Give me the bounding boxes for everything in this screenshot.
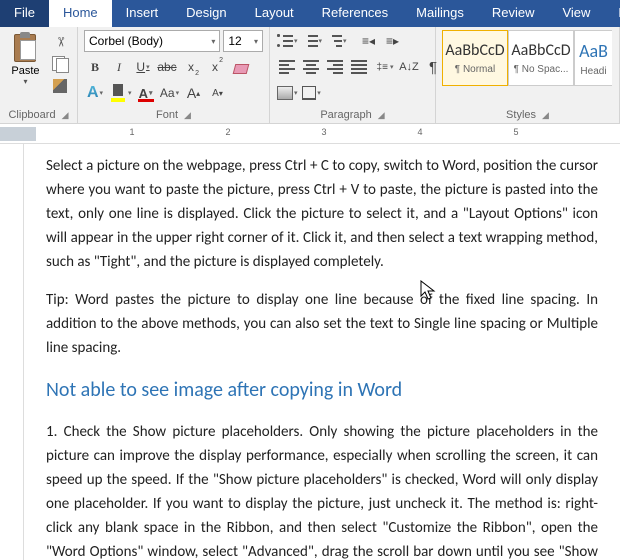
shading-button[interactable]: ▾: [276, 82, 299, 104]
align-center-icon: [303, 60, 319, 74]
align-left-button[interactable]: [276, 56, 298, 78]
tab-references[interactable]: References: [308, 0, 402, 27]
style-nospac-preview: AaBbCcD: [511, 41, 570, 60]
ruler-3: 3: [321, 127, 326, 137]
style-normal-name: ¶ Normal: [455, 64, 495, 75]
borders-button[interactable]: ▾: [301, 82, 323, 104]
justify-icon: [351, 60, 367, 74]
tab-home[interactable]: Home: [49, 0, 112, 27]
increase-indent-button[interactable]: ≡▸: [382, 30, 404, 52]
paste-label: Paste: [11, 65, 39, 77]
tab-file[interactable]: File: [0, 0, 49, 27]
clipboard-launcher[interactable]: ◢: [62, 110, 69, 121]
grow-font-button[interactable]: A▴: [183, 82, 205, 104]
tab-view[interactable]: View: [548, 0, 604, 27]
shrink-font-button[interactable]: A▾: [207, 82, 229, 104]
style-h1-preview: AaB: [579, 40, 608, 62]
line-spacing-icon: ‡≡: [377, 62, 388, 73]
align-center-button[interactable]: [300, 56, 322, 78]
style-normal[interactable]: AaBbCcD ¶ Normal: [442, 30, 508, 86]
brush-icon: [53, 79, 67, 93]
style-nospac-name: ¶ No Spac...: [514, 64, 569, 75]
tab-layout[interactable]: Layout: [241, 0, 308, 27]
font-name-value: Corbel (Body): [89, 34, 163, 48]
text-effects-button[interactable]: A▾: [84, 82, 106, 104]
ruler-5: 5: [513, 127, 518, 137]
bold-button[interactable]: B: [84, 56, 106, 78]
paste-icon: [13, 32, 39, 64]
styles-launcher[interactable]: ◢: [542, 110, 549, 121]
style-no-spacing[interactable]: AaBbCcD ¶ No Spac...: [508, 30, 574, 86]
paste-dropdown[interactable]: ▾: [23, 77, 27, 86]
paragraph-launcher[interactable]: ◢: [378, 110, 385, 121]
strikethrough-button[interactable]: abc: [156, 56, 178, 78]
horizontal-ruler[interactable]: 1 2 3 4 5: [0, 124, 620, 144]
ruler-2: 2: [225, 127, 230, 137]
shading-icon: [277, 86, 293, 100]
doc-paragraph-1: Select a picture on the webpage, press C…: [46, 154, 598, 274]
tab-insert[interactable]: Insert: [112, 0, 173, 27]
styles-group-label: Styles: [506, 109, 536, 121]
vertical-ruler[interactable]: [0, 144, 24, 560]
bullets-icon: [277, 34, 293, 48]
copy-button[interactable]: [49, 54, 71, 74]
format-painter-button[interactable]: [49, 76, 71, 96]
sort-button[interactable]: A↓Z: [398, 56, 420, 78]
change-case-button[interactable]: Aa▾: [159, 82, 181, 104]
bullets-button[interactable]: ▾: [276, 30, 299, 52]
align-right-icon: [327, 60, 343, 74]
font-size-value: 12: [228, 34, 241, 48]
numbering-button[interactable]: ▾: [301, 30, 324, 52]
clear-formatting-button[interactable]: [228, 56, 250, 78]
ruler-4: 4: [417, 127, 422, 137]
font-name-select[interactable]: Corbel (Body)▾: [84, 30, 220, 52]
superscript-button[interactable]: x: [204, 56, 226, 78]
eraser-icon: [232, 64, 249, 74]
style-heading1[interactable]: AaB Headi: [574, 30, 612, 86]
paragraph-group-label: Paragraph: [320, 109, 371, 121]
font-group-label: Font: [156, 109, 178, 121]
font-color-button[interactable]: A▾: [135, 82, 157, 104]
tab-help[interactable]: Help: [604, 0, 620, 27]
decrease-indent-button[interactable]: ≡◂: [358, 30, 380, 52]
line-spacing-button[interactable]: ‡≡▾: [374, 56, 396, 78]
scissors-icon: ✂: [52, 37, 68, 48]
font-launcher[interactable]: ◢: [184, 110, 191, 121]
style-normal-preview: AaBbCcD: [445, 41, 504, 60]
tab-review[interactable]: Review: [478, 0, 549, 27]
align-right-button[interactable]: [324, 56, 346, 78]
doc-paragraph-3: 1. Check the Show picture placeholders. …: [46, 420, 598, 560]
tab-mailings[interactable]: Mailings: [402, 0, 478, 27]
align-left-icon: [279, 60, 295, 74]
ruler-1: 1: [129, 127, 134, 137]
italic-button[interactable]: I: [108, 56, 130, 78]
tab-design[interactable]: Design: [172, 0, 240, 27]
copy-icon: [52, 56, 68, 72]
multilevel-icon: [326, 34, 342, 48]
doc-heading: Not able to see image after copying in W…: [46, 374, 598, 406]
highlight-button[interactable]: ▾: [108, 82, 133, 104]
justify-button[interactable]: [348, 56, 370, 78]
underline-button[interactable]: U▾: [132, 56, 154, 78]
border-icon: [302, 86, 316, 100]
doc-paragraph-2: Tip: Word pastes the picture to display …: [46, 288, 598, 360]
numbering-icon: [302, 34, 318, 48]
document-page[interactable]: Select a picture on the webpage, press C…: [24, 144, 620, 560]
paste-button[interactable]: Paste ▾: [6, 30, 45, 96]
cut-button[interactable]: ✂: [49, 32, 71, 52]
subscript-button[interactable]: x: [180, 56, 202, 78]
highlight-icon: [109, 84, 127, 102]
clipboard-group-label: Clipboard: [8, 109, 55, 121]
style-h1-name: Headi: [580, 66, 606, 77]
multilevel-button[interactable]: ▾: [325, 30, 348, 52]
font-size-select[interactable]: 12▾: [223, 30, 263, 52]
